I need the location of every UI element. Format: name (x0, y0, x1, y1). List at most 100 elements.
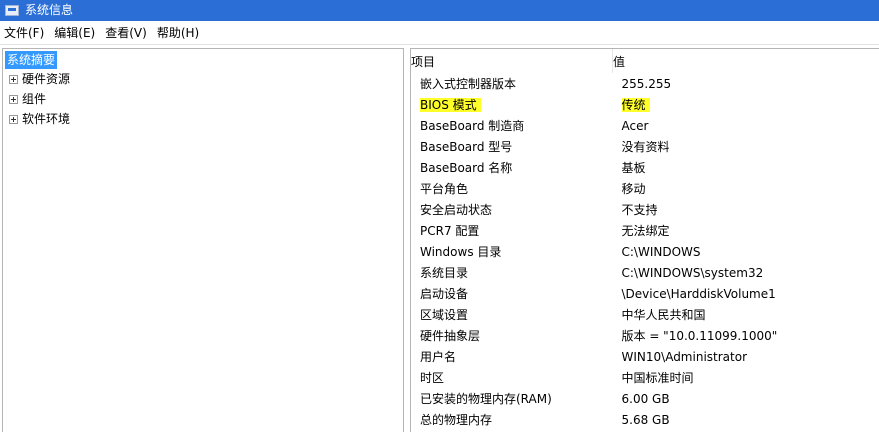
row-item-text: BaseBoard 名称 (420, 161, 513, 175)
row-value-text: C:\WINDOWS (621, 244, 701, 259)
table-row[interactable]: BaseBoard 制造商 Acer (411, 115, 870, 136)
row-value-cell: C:\WINDOWS\system32 (613, 262, 871, 283)
row-value-text: 基板 (621, 161, 646, 175)
row-value-text: 无法绑定 (621, 224, 670, 238)
tree-item-label: 硬件资源 (22, 72, 71, 86)
table-row[interactable]: BIOS 模式 传统 (411, 94, 870, 115)
row-value-text: 255.255 (621, 76, 672, 91)
system-info-icon (5, 5, 19, 16)
window-title: 系统信息 (25, 3, 74, 17)
row-value-cell: WIN10\Administrator (613, 346, 871, 367)
row-item-text: 系统目录 (420, 266, 469, 280)
row-item-text: 用户名 (420, 350, 457, 364)
row-item-text: 硬件抽象层 (420, 329, 481, 343)
table-row[interactable]: BaseBoard 名称 基板 (411, 157, 870, 178)
row-value-text: 不支持 (621, 203, 658, 217)
row-value-cell: 中华人民共和国 (613, 304, 871, 325)
row-value-text: WIN10\Administrator (621, 349, 748, 364)
row-value-text: 没有资料 (621, 140, 670, 154)
table-row[interactable]: 启动设备 \Device\HarddiskVolume1 (411, 283, 870, 304)
table-row[interactable]: 总的物理内存 5.68 GB (411, 409, 870, 430)
tree-item-system-summary[interactable]: 系统摘要 (5, 51, 58, 69)
row-item-cell: 安全启动状态 (411, 199, 613, 220)
column-header-item[interactable]: 项目 (411, 49, 613, 73)
table-row[interactable]: 安全启动状态 不支持 (411, 199, 870, 220)
table-row[interactable]: 嵌入式控制器版本 255.255 (411, 73, 870, 94)
row-value-cell: 中国标准时间 (613, 367, 871, 388)
table-row[interactable]: 平台角色 移动 (411, 178, 870, 199)
row-item-cell: 总的物理内存 (411, 409, 613, 430)
row-value-text: Acer (621, 118, 649, 133)
row-value-text: 移动 (621, 182, 646, 196)
tree-item-components[interactable]: 组件 (9, 89, 70, 109)
row-item-text: 总的物理内存 (420, 413, 493, 427)
table-header-row: 项目 值 (411, 49, 870, 73)
column-header-value[interactable]: 值 (613, 49, 871, 73)
table-row[interactable]: Windows 目录 C:\WINDOWS (411, 241, 870, 262)
title-bar: 系统信息 (0, 0, 879, 21)
row-item-cell: PCR7 配置 (411, 220, 613, 241)
row-value-cell: 传统 (613, 94, 871, 115)
tree-item-label: 组件 (22, 92, 47, 106)
table-row[interactable]: 时区 中国标准时间 (411, 367, 870, 388)
row-item-cell: 已安装的物理内存(RAM) (411, 388, 613, 409)
menu-view[interactable]: 查看(V) (101, 22, 153, 44)
row-item-cell: BaseBoard 型号 (411, 136, 613, 157)
row-value-text: 5.68 GB (621, 412, 670, 427)
details-pane[interactable]: 项目 值 嵌入式控制器版本 255.255 BIOS 模式 传统 BaseBoard 制… (410, 48, 879, 432)
row-value-cell: 移动 (613, 178, 871, 199)
expand-plus-icon[interactable] (9, 114, 18, 124)
row-item-text: BaseBoard 制造商 (420, 119, 525, 133)
row-item-text: 平台角色 (420, 182, 469, 196)
row-item-cell: 启动设备 (411, 283, 613, 304)
menu-divider (0, 44, 879, 45)
highlighted-row-item-text: BIOS 模式 (420, 98, 481, 112)
row-item-text: PCR7 配置 (420, 224, 480, 238)
row-value-text: C:\WINDOWS\system32 (621, 265, 764, 280)
table-row[interactable]: 已安装的物理内存(RAM) 6.00 GB (411, 388, 870, 409)
row-value-cell: 不支持 (613, 199, 871, 220)
expand-plus-icon[interactable] (9, 74, 18, 84)
row-value-text: 6.00 GB (621, 391, 670, 406)
row-item-cell: 系统目录 (411, 262, 613, 283)
row-item-cell: 嵌入式控制器版本 (411, 73, 613, 94)
table-row[interactable]: BaseBoard 型号 没有资料 (411, 136, 870, 157)
row-item-text: 已安装的物理内存(RAM) (420, 392, 552, 406)
row-item-text: Windows 目录 (420, 245, 502, 259)
menu-bar: 文件(F) 编辑(E) 查看(V) 帮助(H) (0, 22, 879, 44)
table-row[interactable]: PCR7 配置 无法绑定 (411, 220, 870, 241)
row-item-text: BaseBoard 型号 (420, 140, 513, 154)
row-item-text: 启动设备 (420, 287, 469, 301)
row-item-cell: 区域设置 (411, 304, 613, 325)
row-value-text: 中国标准时间 (621, 371, 694, 385)
expand-plus-icon[interactable] (9, 94, 18, 104)
menu-edit[interactable]: 编辑(E) (50, 22, 101, 44)
row-item-cell: BaseBoard 制造商 (411, 115, 613, 136)
row-value-cell: \Device\HarddiskVolume1 (613, 283, 871, 304)
row-item-text: 区域设置 (420, 308, 469, 322)
table-row[interactable]: 用户名 WIN10\Administrator (411, 346, 870, 367)
row-value-cell: 版本 = "10.0.11099.1000" (613, 325, 871, 346)
table-row[interactable]: 区域设置 中华人民共和国 (411, 304, 870, 325)
details-table: 项目 值 嵌入式控制器版本 255.255 BIOS 模式 传统 BaseBoard 制… (411, 49, 870, 430)
table-row[interactable]: 系统目录 C:\WINDOWS\system32 (411, 262, 870, 283)
row-value-cell: 无法绑定 (613, 220, 871, 241)
category-tree: 系统摘要 硬件资源 组件 软件环境 (5, 51, 70, 129)
row-value-text: 中华人民共和国 (621, 308, 706, 322)
row-value-cell: 基板 (613, 157, 871, 178)
tree-item-hardware-resources[interactable]: 硬件资源 (9, 69, 70, 89)
row-item-text: 时区 (420, 371, 445, 385)
row-item-text: 嵌入式控制器版本 (420, 77, 517, 91)
row-item-text: 安全启动状态 (420, 203, 493, 217)
row-item-cell: 平台角色 (411, 178, 613, 199)
row-item-cell: 时区 (411, 367, 613, 388)
category-tree-pane[interactable]: 系统摘要 硬件资源 组件 软件环境 (2, 48, 404, 432)
tree-item-software-environment[interactable]: 软件环境 (9, 109, 70, 129)
row-value-cell: Acer (613, 115, 871, 136)
table-row[interactable]: 硬件抽象层 版本 = "10.0.11099.1000" (411, 325, 870, 346)
menu-help[interactable]: 帮助(H) (153, 22, 205, 44)
row-value-cell: 6.00 GB (613, 388, 871, 409)
menu-file[interactable]: 文件(F) (0, 22, 50, 44)
row-item-cell: Windows 目录 (411, 241, 613, 262)
row-value-text: 版本 = "10.0.11099.1000" (621, 329, 778, 343)
